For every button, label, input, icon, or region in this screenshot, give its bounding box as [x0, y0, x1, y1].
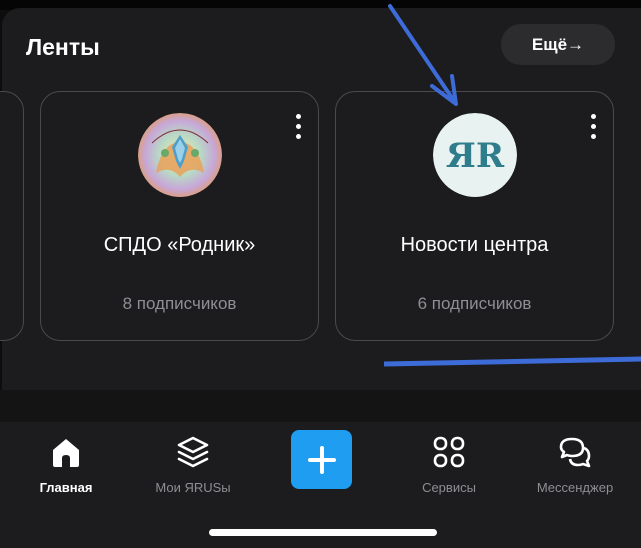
home-indicator — [209, 529, 437, 536]
feed-card-subscribers: 6 подписчиков — [417, 294, 532, 313]
feed-card-rodnik[interactable]: СПДО «Родник» 8 подписчиков — [40, 91, 319, 341]
tab-label: Мои ЯRUSы — [155, 480, 231, 495]
more-vertical-icon[interactable] — [295, 114, 301, 144]
feed-card-partial[interactable] — [0, 91, 24, 341]
yar-logo-icon: ЯR — [432, 113, 517, 197]
plus-icon — [307, 445, 336, 474]
grid-icon — [431, 434, 467, 470]
feed-card-news[interactable]: ЯR Новости центра 6 подписчиков — [335, 91, 614, 341]
layers-icon — [175, 434, 211, 470]
rodnik-logo-icon — [137, 113, 222, 197]
home-icon — [48, 434, 84, 470]
feeds-title: Ленты — [26, 34, 100, 60]
section-separator — [0, 390, 641, 422]
feed-card-name: СПДО «Родник» — [103, 234, 256, 256]
more-vertical-icon[interactable] — [590, 114, 596, 144]
yar-logo-text: ЯR — [445, 136, 504, 176]
tab-label: Главная — [39, 480, 93, 495]
add-button[interactable] — [291, 430, 352, 489]
more-button[interactable]: Ещё→ — [501, 24, 615, 65]
tab-label: Мессенджер — [536, 480, 614, 495]
tab-label: Сервисы — [422, 480, 476, 495]
feed-card-subscribers: 8 подписчиков — [122, 294, 237, 313]
chat-bubbles-icon — [557, 434, 593, 470]
feed-card-name: Новости центра — [400, 234, 549, 256]
